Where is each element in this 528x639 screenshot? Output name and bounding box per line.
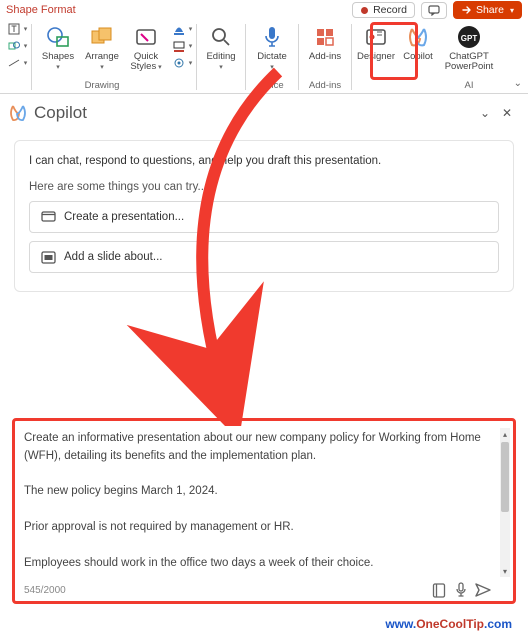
editing-button[interactable]: Editing▾ — [200, 22, 242, 73]
pane-title: Copilot — [34, 103, 87, 123]
presentation-icon — [40, 209, 56, 225]
textbox-tool[interactable]: ▾ — [5, 22, 28, 36]
quick-styles-label: Quick Styles — [130, 51, 158, 72]
arrange-icon — [89, 24, 115, 50]
chatgpt-icon: GPT — [456, 24, 482, 50]
send-icon[interactable] — [472, 579, 494, 601]
designer-label: Designer — [357, 52, 395, 62]
shapes-label: Shapes — [42, 51, 74, 62]
copilot-label: Copilot — [403, 52, 433, 62]
ai-group-label: AI — [465, 80, 474, 91]
share-icon — [461, 5, 472, 15]
chevron-down-icon: ▾ — [510, 6, 514, 15]
chevron-down-icon[interactable]: ⌄ — [474, 102, 496, 124]
addins-group-label: Add-ins — [309, 80, 341, 91]
tab-shape-format[interactable]: Shape Format — [6, 4, 76, 16]
share-button[interactable]: Share ▾ — [453, 1, 522, 19]
quick-styles-icon — [133, 24, 159, 50]
editing-label: Editing — [206, 51, 235, 62]
prompt-input[interactable]: Create an informative presentation about… — [16, 424, 512, 605]
comments-button[interactable] — [421, 2, 447, 19]
suggest-add-label: Add a slide about... — [64, 251, 162, 263]
char-counter: 545/2000 — [24, 585, 66, 596]
comment-icon — [428, 5, 440, 16]
scrollbar-thumb[interactable] — [501, 442, 509, 512]
designer-button[interactable]: Designer — [355, 22, 397, 62]
shape-effects-tool[interactable]: ▾ — [170, 56, 193, 70]
copilot-pane-header: Copilot ⌄ ✕ — [0, 94, 528, 132]
copilot-input-area: Create an informative presentation about… — [16, 424, 512, 605]
shapes-small-tool[interactable]: ▾ — [5, 39, 28, 53]
addins-icon — [312, 24, 338, 50]
watermark: www.OneCoolTip.com — [385, 617, 512, 631]
suggest-create-presentation[interactable]: Create a presentation... — [29, 201, 499, 233]
shapes-icon — [45, 24, 71, 50]
close-icon[interactable]: ✕ — [496, 102, 518, 124]
slide-icon — [40, 249, 56, 265]
arrange-button[interactable]: Arrange▾ — [81, 22, 123, 73]
scroll-up-icon[interactable]: ▴ — [500, 428, 510, 440]
arrange-label: Arrange — [85, 51, 119, 62]
record-label: Record — [373, 4, 407, 16]
shapes-button[interactable]: Shapes▾ — [37, 22, 79, 73]
line-tool[interactable]: ▾ — [5, 56, 28, 70]
copilot-intro-card: I can chat, respond to questions, and he… — [14, 140, 514, 292]
addins-button[interactable]: Add-ins — [304, 22, 346, 62]
ribbon: ▾ ▾ ▾ Shapes▾ Arrange▾ Quick Styles ▾ Dr… — [0, 20, 528, 94]
scroll-down-icon[interactable]: ▾ — [500, 565, 510, 577]
drawing-group-label: Drawing — [85, 80, 120, 91]
designer-icon — [363, 24, 389, 50]
intro-text: I can chat, respond to questions, and he… — [29, 155, 499, 167]
record-button[interactable]: Record — [352, 2, 415, 18]
ribbon-misc-left: ▾ ▾ ▾ — [4, 22, 28, 70]
dictate-label: Dictate — [257, 51, 287, 62]
suggest-add-slide[interactable]: Add a slide about... — [29, 241, 499, 273]
chatgpt-button[interactable]: GPT ChatGPT PowerPoint — [441, 22, 497, 73]
svg-text:GPT: GPT — [461, 34, 478, 43]
dictate-button[interactable]: Dictate▾ — [251, 22, 293, 73]
scrollbar[interactable]: ▴ ▾ — [500, 428, 510, 577]
share-label: Share — [476, 4, 504, 16]
mic-icon[interactable] — [450, 579, 472, 601]
copilot-button[interactable]: Copilot — [397, 22, 439, 62]
mic-icon — [259, 24, 285, 50]
notebook-icon[interactable] — [428, 579, 450, 601]
quick-styles-button[interactable]: Quick Styles ▾ — [125, 22, 167, 73]
suggest-create-label: Create a presentation... — [64, 211, 184, 223]
chatgpt-label: ChatGPT PowerPoint — [445, 52, 494, 73]
shape-fill-tool[interactable]: ▾ — [170, 22, 193, 36]
ribbon-collapse-chevron[interactable]: ⌄ — [514, 78, 522, 89]
editing-icon — [208, 24, 234, 50]
shape-outline-tool[interactable]: ▾ — [170, 39, 193, 53]
record-icon — [360, 6, 369, 15]
hint-text: Here are some things you can try... — [29, 181, 499, 193]
copilot-icon — [405, 24, 431, 50]
addins-label: Add-ins — [309, 52, 341, 62]
ribbon-style-stack: ▾ ▾ ▾ — [169, 22, 193, 70]
copilot-logo-icon — [8, 103, 28, 123]
voice-group-label: Voice — [260, 80, 283, 91]
